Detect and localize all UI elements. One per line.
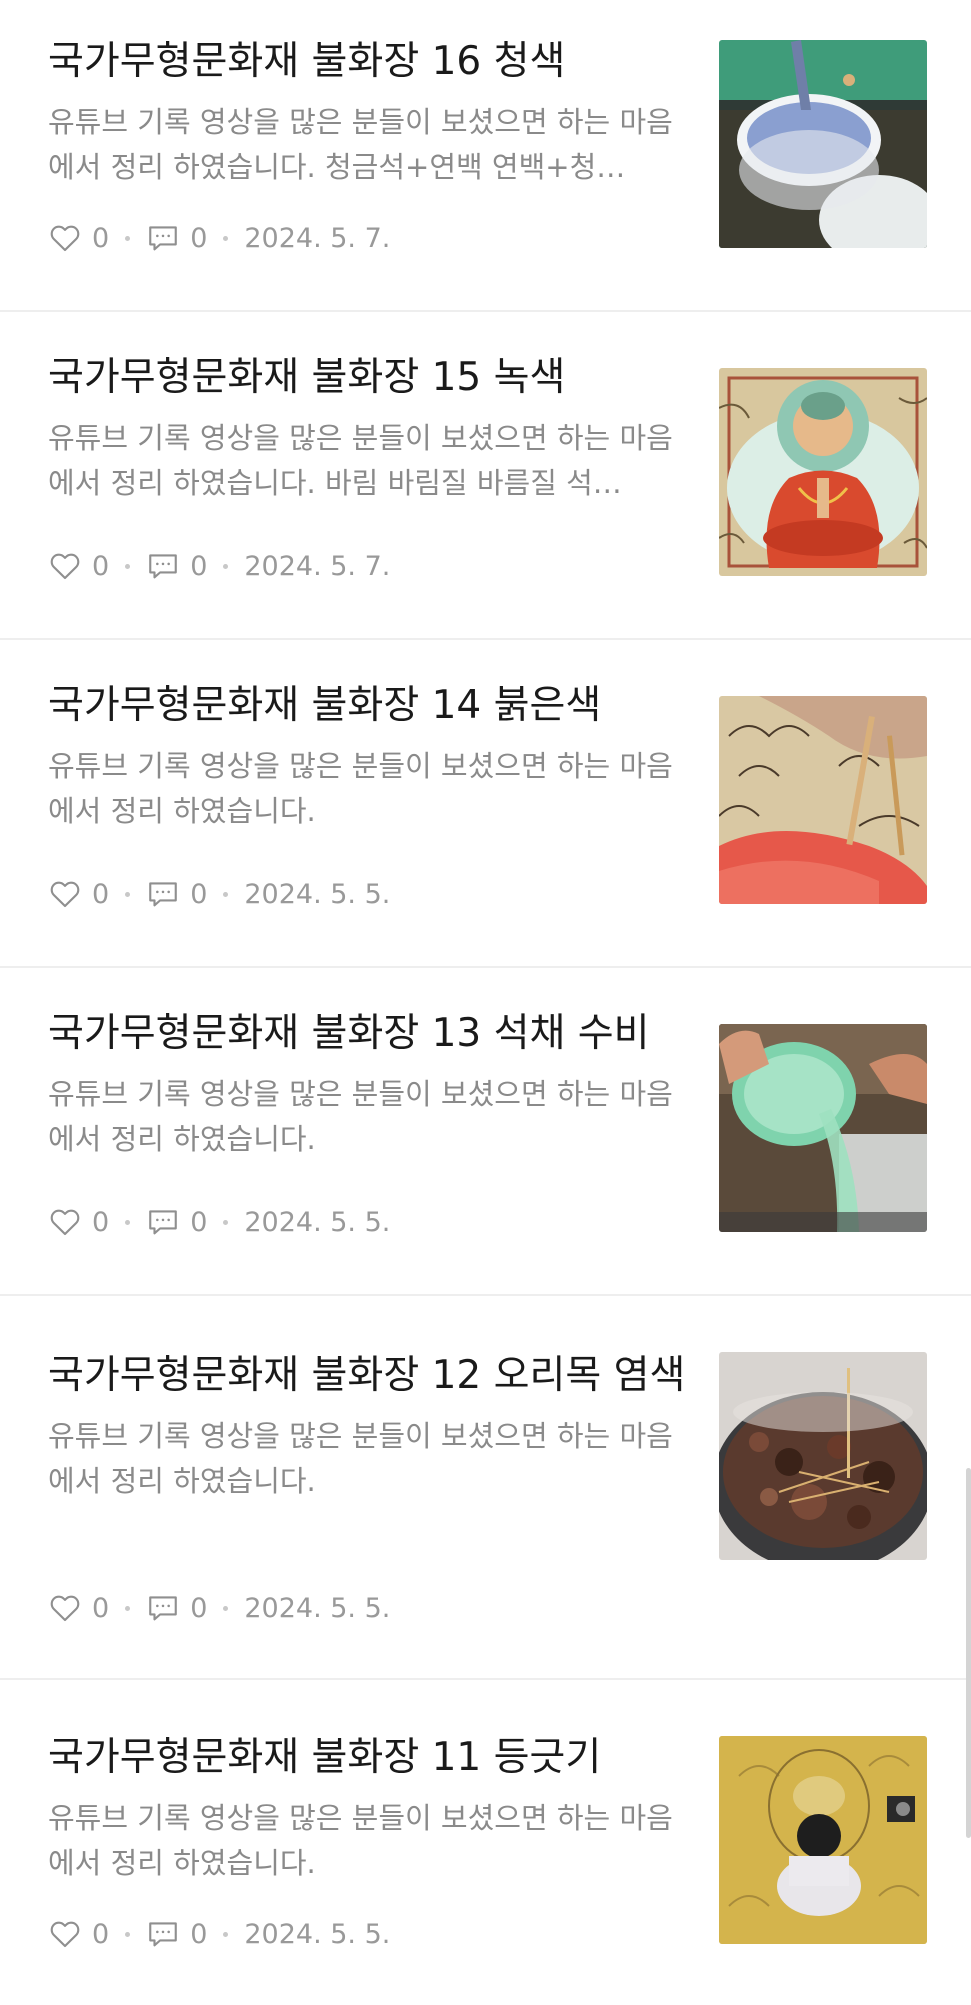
post-item[interactable]: 국가무형문화재 불화장 16 청색 유튜브 기록 영상을 많은 분들이 보셨으면… [0,0,971,312]
separator-dot [125,563,131,569]
post-excerpt: 유튜브 기록 영상을 많은 분들이 보셨으면 하는 마음에서 정리 하였습니다. [48,1077,673,1156]
comment-icon[interactable] [146,549,180,583]
comment-icon[interactable] [146,877,180,911]
post-item[interactable]: 국가무형문화재 불화장 12 오리목 염색 유튜브 기록 영상을 많은 분들이 … [0,1296,971,1680]
post-excerpt: 유튜브 기록 영상을 많은 분들이 보셨으면 하는 마음에서 정리 하였습니다.… [48,105,673,184]
comment-icon[interactable] [146,1591,180,1625]
red-brush-painting-image[interactable] [719,696,927,904]
buddha-painting-image[interactable] [719,368,927,576]
separator-dot [223,1219,229,1225]
separator-dot [223,1931,229,1937]
post-meta: 0 0 2024. 5. 5. [48,1204,390,1240]
heart-icon[interactable] [48,1205,82,1239]
like-count: 0 [92,1206,110,1238]
heart-icon[interactable] [48,549,82,583]
post-date: 2024. 5. 5. [244,1206,391,1238]
comment-icon[interactable] [146,1917,180,1951]
post-excerpt: 유튜브 기록 영상을 많은 분들이 보셨으면 하는 마음에서 정리 하였습니다. [48,1801,673,1880]
comment-icon[interactable] [146,221,180,255]
painter-on-canvas-image[interactable] [719,1736,927,1944]
like-count: 0 [92,1918,110,1950]
post-meta: 0 0 2024. 5. 5. [48,876,390,912]
post-title[interactable]: 국가무형문화재 불화장 12 오리목 염색 [48,1350,688,1402]
post-meta: 0 0 2024. 5. 7. [48,548,390,584]
post-title[interactable]: 국가무형문화재 불화장 16 청색 [48,36,688,88]
separator-dot [125,1605,131,1611]
comment-icon[interactable] [146,1205,180,1239]
comment-count: 0 [190,1206,208,1238]
post-item[interactable]: 국가무형문화재 불화장 13 석채 수비 유튜브 기록 영상을 많은 분들이 보… [0,968,971,1296]
separator-dot [125,235,131,241]
heart-icon[interactable] [48,221,82,255]
separator-dot [223,891,229,897]
post-item[interactable]: 국가무형문화재 불화장 15 녹색 유튜브 기록 영상을 많은 분들이 보셨으면… [0,312,971,640]
blue-paint-bowl-image[interactable] [719,40,927,248]
post-meta: 0 0 2024. 5. 5. [48,1916,390,1952]
post-date: 2024. 5. 7. [244,550,391,582]
post-item[interactable]: 국가무형문화재 불화장 11 등긋기 유튜브 기록 영상을 많은 분들이 보셨으… [0,1680,971,2005]
post-date: 2024. 5. 5. [244,878,391,910]
like-count: 0 [92,222,110,254]
separator-dot [223,235,229,241]
like-count: 0 [92,550,110,582]
green-pigment-pouring-image[interactable] [719,1024,927,1232]
like-count: 0 [92,1592,110,1624]
separator-dot [125,891,131,897]
heart-icon[interactable] [48,877,82,911]
post-date: 2024. 5. 7. [244,222,391,254]
comment-count: 0 [190,222,208,254]
post-excerpt: 유튜브 기록 영상을 많은 분들이 보셨으면 하는 마음에서 정리 하였습니다.… [48,421,673,500]
separator-dot [223,563,229,569]
separator-dot [125,1219,131,1225]
comment-count: 0 [190,550,208,582]
post-title[interactable]: 국가무형문화재 불화장 14 붉은색 [48,680,688,732]
post-title[interactable]: 국가무형문화재 불화장 11 등긋기 [48,1732,688,1784]
heart-icon[interactable] [48,1917,82,1951]
post-excerpt: 유튜브 기록 영상을 많은 분들이 보셨으면 하는 마음에서 정리 하였습니다. [48,749,673,828]
post-excerpt: 유튜브 기록 영상을 많은 분들이 보셨으면 하는 마음에서 정리 하였습니다. [48,1419,673,1498]
comment-count: 0 [190,878,208,910]
post-title[interactable]: 국가무형문화재 불화장 15 녹색 [48,352,688,404]
comment-count: 0 [190,1918,208,1950]
post-item[interactable]: 국가무형문화재 불화장 14 붉은색 유튜브 기록 영상을 많은 분들이 보셨으… [0,640,971,968]
like-count: 0 [92,878,110,910]
post-title[interactable]: 국가무형문화재 불화장 13 석채 수비 [48,1008,688,1060]
separator-dot [223,1605,229,1611]
heart-icon[interactable] [48,1591,82,1625]
comment-count: 0 [190,1592,208,1624]
scrollbar[interactable] [966,1468,971,1838]
post-date: 2024. 5. 5. [244,1592,391,1624]
post-date: 2024. 5. 5. [244,1918,391,1950]
separator-dot [125,1931,131,1937]
post-meta: 0 0 2024. 5. 5. [48,1590,390,1626]
boiling-pot-image[interactable] [719,1352,927,1560]
post-meta: 0 0 2024. 5. 7. [48,220,390,256]
